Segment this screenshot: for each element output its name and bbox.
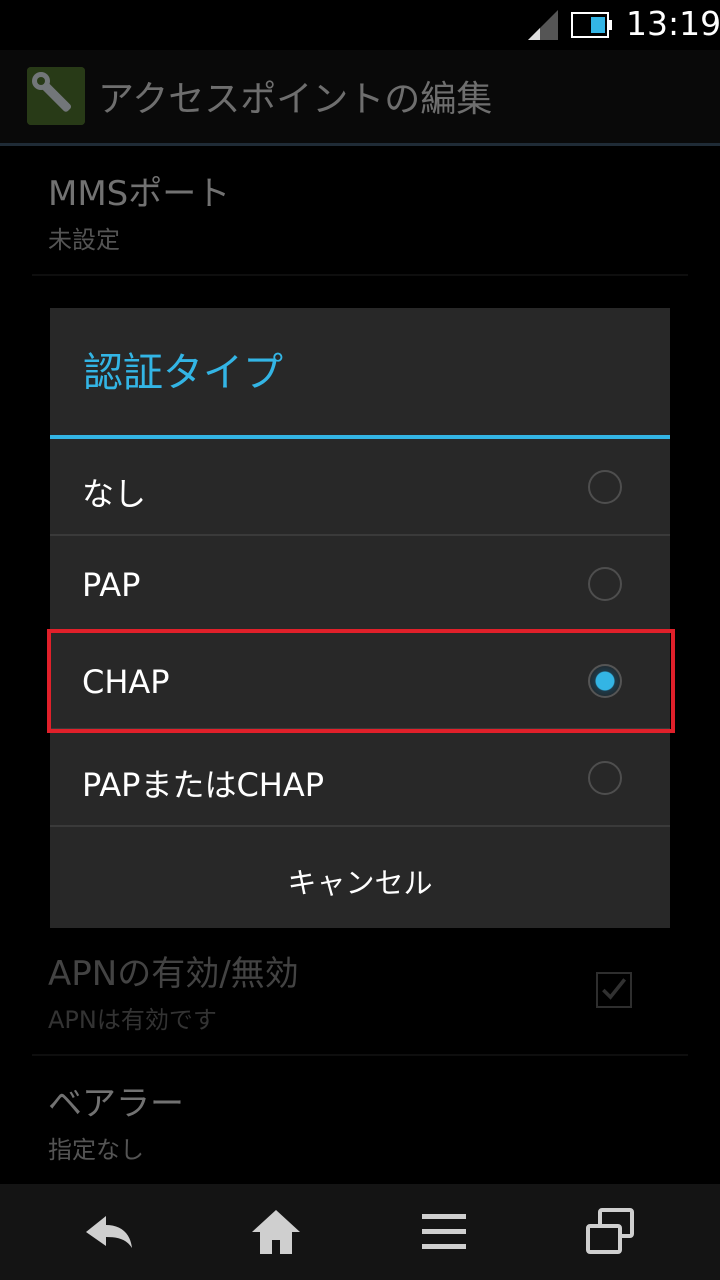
dialog-title: 認証タイプ	[83, 350, 283, 396]
auth-type-dialog: 認証タイプ なし PAP CHAP PAPまたはCHAP キャンセル	[50, 308, 670, 928]
cancel-button[interactable]: キャンセル	[50, 830, 670, 928]
option-label: なし	[82, 475, 147, 513]
back-icon[interactable]	[80, 1204, 140, 1260]
recent-apps-icon[interactable]	[580, 1204, 640, 1260]
menu-icon[interactable]	[414, 1204, 474, 1260]
home-icon[interactable]	[246, 1204, 306, 1260]
status-bar: 13:19	[0, 0, 720, 50]
option-label: PAP	[82, 566, 141, 604]
signal-icon	[528, 10, 558, 40]
radio-button-off[interactable]	[588, 470, 622, 504]
radio-button-off[interactable]	[588, 761, 622, 795]
option-label: PAPまたはCHAP	[82, 766, 325, 804]
selection-highlight-box	[47, 629, 675, 733]
battery-icon	[571, 12, 612, 38]
radio-button-off[interactable]	[588, 567, 622, 601]
cancel-label: キャンセル	[287, 866, 433, 900]
option-pap[interactable]: PAP	[50, 536, 670, 633]
option-none[interactable]: なし	[50, 439, 670, 536]
clock: 13:19	[626, 4, 720, 43]
option-pap-or-chap[interactable]: PAPまたはCHAP	[50, 730, 670, 827]
navigation-bar	[0, 1184, 720, 1280]
